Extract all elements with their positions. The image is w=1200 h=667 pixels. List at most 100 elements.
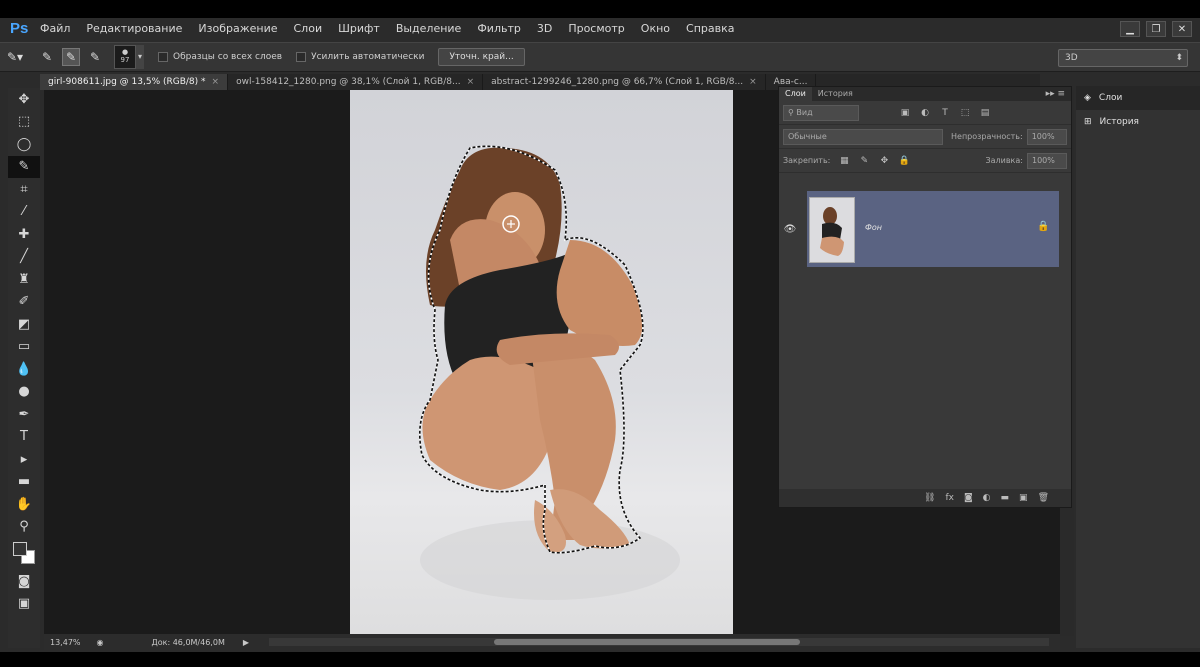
sample-all-layers-checkbox[interactable]: Образцы со всех слоев <box>158 52 282 62</box>
quick-mask-icon[interactable]: ◙ <box>8 570 40 593</box>
menu-image[interactable]: Изображение <box>190 18 285 40</box>
tab-owl[interactable]: owl-158412_1280.png @ 38,1% (Слой 1, RGB… <box>228 74 484 90</box>
lock-all-icon[interactable]: 🔒 <box>898 155 910 167</box>
shape-filter-icon[interactable]: ⬚ <box>959 107 971 119</box>
status-info-icon[interactable]: ◉ <box>97 638 104 647</box>
lock-position-icon[interactable]: ✥ <box>878 155 890 167</box>
healing-brush-icon[interactable]: ✚ <box>8 223 40 246</box>
scroll-thumb[interactable] <box>494 639 800 645</box>
new-adjustment-icon[interactable]: ◐ <box>983 493 991 503</box>
close-icon[interactable]: × <box>749 77 757 87</box>
type-filter-icon[interactable]: T <box>939 107 951 119</box>
gradient-tool-icon[interactable]: ▭ <box>8 336 40 359</box>
crop-tool-icon[interactable]: ⌗ <box>8 178 40 201</box>
layer-lock-icon[interactable]: 🔒 <box>1037 221 1049 232</box>
color-swatches[interactable] <box>8 538 40 570</box>
close-icon[interactable]: × <box>212 77 220 87</box>
lock-row: Закрепить: ▦ ✎ ✥ 🔒 Заливка: 100% <box>779 149 1071 173</box>
menu-view[interactable]: Просмотр <box>560 18 632 40</box>
dock-history[interactable]: ⊞ История <box>1076 110 1200 134</box>
adjustment-filter-icon[interactable]: ◐ <box>919 107 931 119</box>
pen-tool-icon[interactable]: ✒ <box>8 403 40 426</box>
blur-tool-icon[interactable]: 💧 <box>8 358 40 381</box>
brush-tool-icon[interactable]: ╱ <box>8 246 40 269</box>
link-layers-icon[interactable]: ⛓ <box>924 493 935 503</box>
zoom-tool-icon[interactable]: ⚲ <box>8 516 40 539</box>
new-layer-icon[interactable]: ▣ <box>1019 493 1028 503</box>
close-icon[interactable]: × <box>467 77 475 87</box>
subtract-from-selection-icon[interactable]: ✎ <box>86 48 104 66</box>
add-to-selection-icon[interactable]: ✎ <box>62 48 80 66</box>
screen-mode-icon[interactable]: ▣ <box>8 593 40 616</box>
tab-girl[interactable]: girl-908611.jpg @ 13,5% (RGB/8) * × <box>40 74 229 90</box>
new-selection-icon[interactable]: ✎ <box>38 48 56 66</box>
auto-enhance-checkbox[interactable]: Усилить автоматически <box>296 52 424 62</box>
refine-edge-button[interactable]: Уточн. край... <box>438 48 525 66</box>
eraser-tool-icon[interactable]: ◩ <box>8 313 40 336</box>
add-mask-icon[interactable]: ◙ <box>964 493 973 503</box>
zoom-level[interactable]: 13,47% <box>50 638 81 647</box>
layer-name[interactable]: Фон <box>865 223 882 232</box>
pixel-filter-icon[interactable]: ▣ <box>899 107 911 119</box>
menu-file[interactable]: Файл <box>32 18 78 40</box>
eyedropper-tool-icon[interactable]: ⁄ <box>8 201 40 224</box>
checkbox-box[interactable] <box>158 52 168 62</box>
dock-layers[interactable]: ◈ Слои <box>1076 86 1200 110</box>
layer-style-icon[interactable]: fx <box>945 493 954 503</box>
status-menu-arrow[interactable]: ▶ <box>243 638 249 647</box>
brush-size-preview[interactable]: ● 97 <box>114 45 136 69</box>
tools-panel: ✥ ⬚ ◯ ✎ ⌗ ⁄ ✚ ╱ ♜ ✐ ◩ ▭ 💧 ● ✒ T ▸ ▬ ✋ ⚲ … <box>8 88 40 648</box>
menu-select[interactable]: Выделение <box>388 18 470 40</box>
workspace-select[interactable]: 3D ⬍ <box>1058 49 1188 67</box>
menu-type[interactable]: Шрифт <box>330 18 388 40</box>
tab-abstract[interactable]: abstract-1299246_1280.png @ 66,7% (Слой … <box>483 74 766 90</box>
type-tool-icon[interactable]: T <box>8 426 40 449</box>
menu-window[interactable]: Окно <box>633 18 678 40</box>
lasso-tool-icon[interactable]: ◯ <box>8 133 40 156</box>
tab-history[interactable]: История <box>812 87 859 101</box>
menu-filter[interactable]: Фильтр <box>469 18 529 40</box>
tab-label: owl-158412_1280.png @ 38,1% (Слой 1, RGB… <box>236 77 461 87</box>
close-button[interactable]: ✕ <box>1172 21 1192 37</box>
minimize-button[interactable]: ▁ <box>1120 21 1140 37</box>
blend-mode-select[interactable]: Обычные <box>783 128 943 145</box>
options-bar: ✎▾ ✎ ✎ ✎ ● 97 ▾ Образцы со всех слоев Уси… <box>0 42 1200 72</box>
smart-object-filter-icon[interactable]: ▤ <box>979 107 991 119</box>
clone-stamp-icon[interactable]: ♜ <box>8 268 40 291</box>
layer-row-background[interactable]: 👁 Фон 🔒 <box>779 191 1071 267</box>
history-brush-icon[interactable]: ✐ <box>8 291 40 314</box>
checkbox-box[interactable] <box>296 52 307 62</box>
foreground-color-swatch[interactable] <box>13 542 27 556</box>
status-bar: 13,47% ◉ Док: 46,0M/46,0M ▶ <box>44 634 1060 650</box>
fill-input[interactable]: 100% <box>1027 152 1067 169</box>
tab-layers[interactable]: Слои <box>779 87 812 101</box>
opacity-input[interactable]: 100% <box>1026 128 1067 145</box>
menu-layers[interactable]: Слои <box>286 18 331 40</box>
layer-filter-select[interactable]: ⚲ Вид <box>783 104 859 121</box>
opacity-label: Непрозрачность: <box>951 132 1023 141</box>
hand-tool-icon[interactable]: ✋ <box>8 493 40 516</box>
marquee-tool-icon[interactable]: ⬚ <box>8 111 40 134</box>
panel-menu-icon[interactable]: ▸▸ ≡ <box>1046 89 1065 99</box>
path-selection-icon[interactable]: ▸ <box>8 448 40 471</box>
tool-preset-picker[interactable]: ✎▾ <box>6 48 24 66</box>
menu-edit[interactable]: Редактирование <box>78 18 190 40</box>
lock-pixels-icon[interactable]: ▦ <box>838 155 850 167</box>
layers-footer: ⛓ fx ◙ ◐ ▬ ▣ 🗑 <box>779 489 1071 507</box>
move-tool-icon[interactable]: ✥ <box>8 88 40 111</box>
restore-button[interactable]: ❐ <box>1146 21 1166 37</box>
menu-3d[interactable]: 3D <box>529 18 560 40</box>
document-image[interactable] <box>350 90 733 634</box>
horizontal-scrollbar[interactable] <box>269 638 1049 646</box>
menu-help[interactable]: Справка <box>678 18 742 40</box>
layers-panel-tabs: Слои История ▸▸ ≡ <box>779 87 1071 101</box>
dodge-tool-icon[interactable]: ● <box>8 381 40 404</box>
lock-paint-icon[interactable]: ✎ <box>858 155 870 167</box>
shape-tool-icon[interactable]: ▬ <box>8 471 40 494</box>
quick-selection-tool-icon[interactable]: ✎ <box>8 155 40 178</box>
layer-thumbnail[interactable] <box>809 197 855 263</box>
new-group-icon[interactable]: ▬ <box>1001 493 1010 503</box>
brush-picker-arrow[interactable]: ▾ <box>136 45 144 69</box>
eye-icon[interactable]: 👁 <box>779 224 801 235</box>
delete-layer-icon[interactable]: 🗑 <box>1038 493 1049 503</box>
